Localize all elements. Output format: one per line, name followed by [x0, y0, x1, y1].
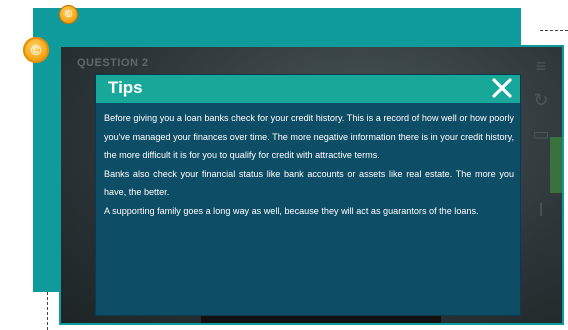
info-icon[interactable]: I: [530, 199, 552, 221]
tips-header: Tips: [96, 75, 520, 103]
coin-icon: ©: [23, 37, 49, 63]
tips-paragraph: Before giving you a loan banks check for…: [104, 113, 514, 161]
coin-icon: ©: [59, 5, 78, 24]
dashed-guide-horizontal: [540, 30, 568, 31]
refresh-icon[interactable]: ↻: [530, 89, 552, 111]
close-icon[interactable]: [490, 76, 514, 100]
screen-icon[interactable]: ▭: [530, 123, 552, 145]
tips-paragraph: Banks also check your financial status l…: [104, 168, 514, 198]
tips-dialog: Tips Before giving you a loan banks chec…: [96, 75, 520, 315]
tips-paragraph: A supporting family goes a long way as w…: [104, 205, 479, 216]
side-toolbar: ≡ ↻ ▭ I: [528, 51, 556, 251]
question-label: QUESTION 2: [77, 57, 149, 69]
dashed-guide-vertical: [47, 292, 48, 330]
tips-body: Before giving you a loan banks check for…: [104, 109, 514, 221]
tips-title: Tips: [108, 78, 143, 97]
menu-icon[interactable]: ≡: [530, 55, 552, 77]
